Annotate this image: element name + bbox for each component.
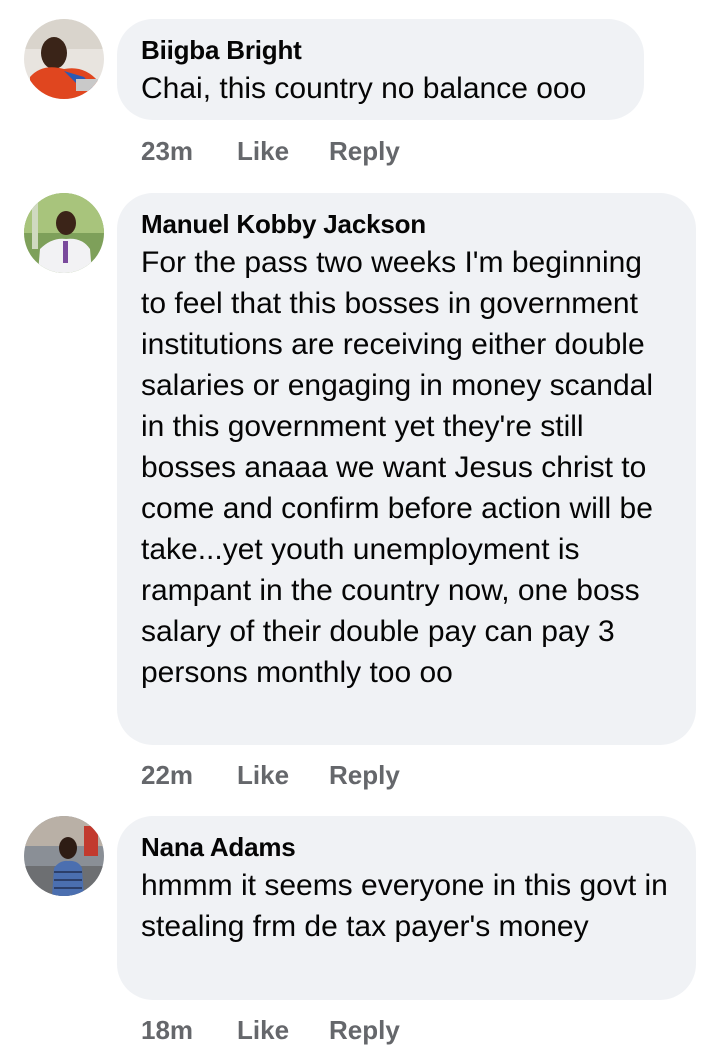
- comment-actions: 23m Like Reply: [141, 136, 400, 166]
- comment-text: Chai, this country no balance ooo: [141, 72, 587, 105]
- comment-text: For the pass two weeks I'm beginning to …: [141, 246, 653, 689]
- comment-author[interactable]: Nana Adams: [141, 831, 672, 863]
- comment-author[interactable]: Biigba Bright: [141, 34, 620, 66]
- comment-author[interactable]: Manuel Kobby Jackson: [141, 208, 672, 240]
- reply-button[interactable]: Reply: [329, 136, 400, 166]
- comment-bubble: Nana Adams hmmm it seems everyone in thi…: [117, 816, 696, 1000]
- avatar[interactable]: [24, 816, 104, 896]
- comment-timestamp[interactable]: 22m: [141, 760, 237, 790]
- comment-text: hmmm it seems everyone in this govt in s…: [141, 869, 668, 943]
- avatar[interactable]: [24, 193, 104, 273]
- comment-actions: 18m Like Reply: [141, 1015, 400, 1045]
- avatar[interactable]: [24, 19, 104, 99]
- comment-bubble: Biigba Bright Chai, this country no bala…: [117, 19, 644, 120]
- like-button[interactable]: Like: [237, 136, 329, 166]
- reply-button[interactable]: Reply: [329, 760, 400, 790]
- comment-actions: 22m Like Reply: [141, 760, 400, 790]
- reply-button[interactable]: Reply: [329, 1015, 400, 1045]
- like-button[interactable]: Like: [237, 1015, 329, 1045]
- like-button[interactable]: Like: [237, 760, 329, 790]
- comment-timestamp[interactable]: 18m: [141, 1015, 237, 1045]
- comment-timestamp[interactable]: 23m: [141, 136, 237, 166]
- comment-bubble: Manuel Kobby Jackson For the pass two we…: [117, 193, 696, 745]
